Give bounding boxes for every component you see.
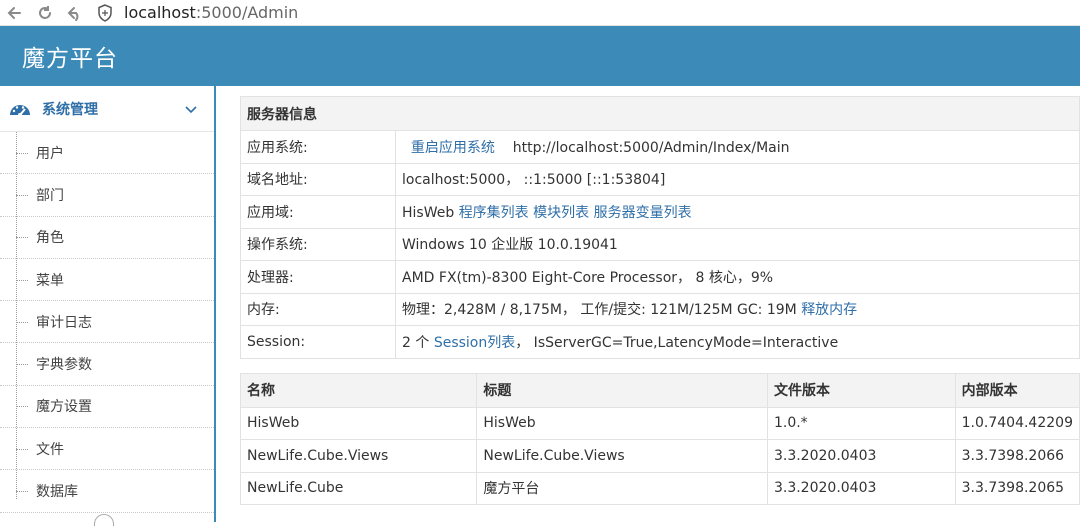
scroll-indicator[interactable] (94, 514, 114, 526)
table-row: NewLife.Cube.Views NewLife.Cube.Views 3.… (239, 439, 1080, 473)
row-key: Session: (240, 325, 396, 359)
column-header-title: 标题 (476, 372, 768, 408)
sidebar-item-files[interactable]: 文件 (0, 428, 214, 471)
column-header-internal-version: 内部版本 (954, 372, 1080, 408)
app-header: 魔方平台 (0, 26, 1080, 86)
app-title[interactable]: 魔方平台 (22, 39, 118, 73)
app-domain-name: HisWeb (402, 204, 455, 221)
row-key: 应用系统: (240, 130, 396, 164)
sidebar-item-label: 字典参数 (36, 357, 92, 374)
sidebar-item-label: 角色 (36, 230, 64, 247)
table-row: Session: 2 个 Session列表， IsServerGC=True,… (240, 325, 1080, 359)
cell-internal-version: 3.3.7398.2065 (954, 471, 1080, 505)
sidebar-item-label: 部门 (36, 187, 64, 204)
sidebar-section-label: 系统管理 (42, 101, 98, 118)
server-info-header: 服务器信息 (240, 96, 1080, 131)
url-host: localhost (124, 3, 196, 22)
row-value: 2 个 Session列表， IsServerGC=True,LatencyMo… (395, 325, 1080, 359)
cell-name: NewLife.Cube (239, 471, 478, 505)
assembly-version-table: 名称 标题 文件版本 内部版本 HisWeb HisWeb 1.0.* 1.0.… (239, 372, 1080, 506)
history-icon[interactable] (60, 0, 90, 26)
cell-internal-version: 3.3.7398.2066 (954, 439, 1080, 473)
app-url: http://localhost:5000/Admin/Index/Main (512, 139, 790, 156)
cell-title: NewLife.Cube.Views (476, 439, 768, 473)
assembly-list-link[interactable]: 程序集列表 (459, 205, 529, 221)
row-key: 操作系统: (240, 227, 396, 261)
main-content: 服务器信息 应用系统: 重启应用系统 http://localhost:5000… (239, 96, 1080, 506)
table-row: 应用系统: 重启应用系统 http://localhost:5000/Admin… (240, 130, 1080, 164)
row-key: 处理器: (240, 260, 396, 294)
sidebar-item-users[interactable]: 用户 (0, 132, 214, 175)
server-info-table: 服务器信息 应用系统: 重启应用系统 http://localhost:5000… (240, 96, 1080, 359)
session-list-link[interactable]: Session列表 (434, 335, 515, 351)
sidebar-item-label: 用户 (36, 145, 64, 162)
sidebar-item-label: 菜单 (36, 272, 64, 289)
row-value: localhost:5000， ::1:5000 [::1:53804] (395, 162, 1080, 196)
table-row: NewLife.Cube 魔方平台 3.3.2020.0403 3.3.7398… (239, 471, 1080, 505)
sidebar-item-menus[interactable]: 菜单 (0, 259, 214, 302)
address-bar[interactable]: localhost:5000/Admin (124, 3, 298, 22)
row-value: HisWeb 程序集列表 模块列表 服务器变量列表 (395, 195, 1080, 229)
server-variables-link[interactable]: 服务器变量列表 (594, 205, 692, 221)
sidebar-item-departments[interactable]: 部门 (0, 174, 214, 217)
cell-title: HisWeb (476, 406, 768, 440)
session-info: ， IsServerGC=True,LatencyMode=Interactiv… (515, 334, 839, 351)
row-key: 应用域: (240, 195, 396, 229)
table-row: 操作系统: Windows 10 企业版 10.0.19041 (240, 227, 1080, 261)
back-arrow-icon[interactable] (0, 0, 30, 26)
cell-file-version: 3.3.2020.0403 (766, 471, 956, 505)
cell-file-version: 3.3.2020.0403 (766, 439, 956, 473)
row-value: 重启应用系统 http://localhost:5000/Admin/Index… (395, 130, 1080, 164)
url-path: :5000/Admin (195, 3, 299, 22)
row-key: 域名地址: (240, 162, 396, 196)
sidebar-item-audit-log[interactable]: 审计日志 (0, 301, 214, 344)
cell-name: HisWeb (239, 406, 478, 440)
cell-title: 魔方平台 (476, 471, 768, 505)
sidebar-item-label: 魔方设置 (36, 399, 92, 416)
sidebar-section-system[interactable]: 系统管理 (0, 86, 214, 132)
sidebar-item-database[interactable]: 数据库 (0, 470, 214, 513)
browser-toolbar: localhost:5000/Admin (0, 0, 1080, 26)
column-header-file-version: 文件版本 (766, 372, 956, 408)
table-header-row: 名称 标题 文件版本 内部版本 (239, 372, 1080, 408)
row-key: 内存: (240, 292, 396, 326)
cell-file-version: 1.0.* (766, 406, 956, 440)
restart-app-link[interactable]: 重启应用系统 (411, 140, 495, 156)
table-row: HisWeb HisWeb 1.0.* 1.0.7404.42209 (239, 406, 1080, 440)
cell-name: NewLife.Cube.Views (239, 439, 478, 473)
table-row: 应用域: HisWeb 程序集列表 模块列表 服务器变量列表 (240, 195, 1080, 229)
reload-icon[interactable] (30, 0, 60, 26)
shield-icon[interactable] (96, 3, 114, 23)
row-value: Windows 10 企业版 10.0.19041 (395, 227, 1080, 261)
cell-internal-version: 1.0.7404.42209 (954, 406, 1080, 440)
table-row: 内存: 物理：2,428M / 8,175M， 工作/提交: 121M/125M… (240, 292, 1080, 326)
table-row: 域名地址: localhost:5000， ::1:5000 [::1:5380… (240, 162, 1080, 196)
sidebar-item-cube-settings[interactable]: 魔方设置 (0, 386, 214, 429)
sidebar-item-label: 文件 (36, 441, 64, 458)
sidebar-item-label: 审计日志 (36, 314, 92, 331)
release-memory-link[interactable]: 释放内存 (801, 302, 857, 318)
session-count: 2 个 (402, 334, 430, 351)
memory-value: 物理：2,428M / 8,175M， 工作/提交: 121M/125M GC:… (402, 302, 797, 319)
chevron-down-icon (185, 105, 197, 113)
column-header-name: 名称 (239, 372, 478, 408)
dashboard-icon (10, 104, 30, 117)
sidebar-item-dictionary[interactable]: 字典参数 (0, 343, 214, 386)
sidebar-item-roles[interactable]: 角色 (0, 217, 214, 259)
table-row: 处理器: AMD FX(tm)-8300 Eight-Core Processo… (240, 260, 1080, 294)
row-value: 物理：2,428M / 8,175M， 工作/提交: 121M/125M GC:… (395, 292, 1080, 326)
module-list-link[interactable]: 模块列表 (533, 205, 589, 221)
sidebar-sub-items: 用户 部门 角色 菜单 审计日志 字典参数 魔方设置 文件 数据库 (0, 132, 214, 513)
sidebar: 系统管理 用户 部门 角色 菜单 审计日志 字典参数 魔方设置 文件 数据库 (0, 86, 216, 526)
sidebar-item-label: 数据库 (36, 484, 78, 501)
row-value: AMD FX(tm)-8300 Eight-Core Processor， 8 … (395, 260, 1080, 294)
